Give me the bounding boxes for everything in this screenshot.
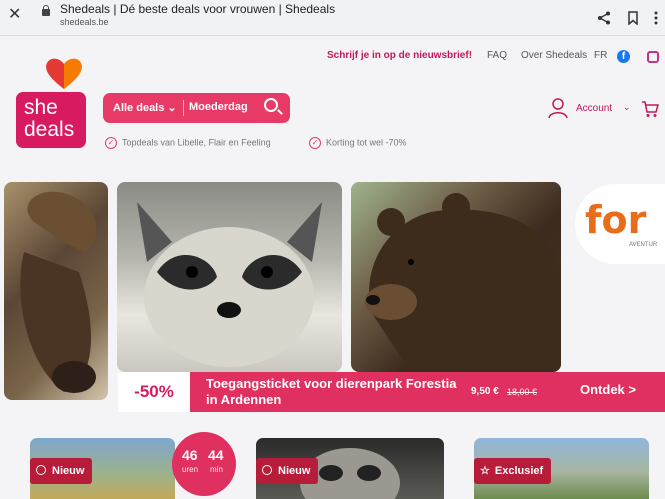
more-icon[interactable]: [653, 11, 659, 25]
account-link[interactable]: Account: [576, 103, 612, 114]
search-divider: [183, 100, 184, 116]
new-badge: Nieuw: [256, 458, 319, 484]
browser-bar: ✕ Shedeals | Dé beste deals voor vrouwen…: [0, 0, 665, 36]
search-input[interactable]: Moederdag: [189, 101, 248, 113]
brand-text: for: [585, 198, 647, 242]
discover-button[interactable]: Ontdek >: [580, 382, 636, 397]
deal-banner[interactable]: Toegangsticket voor dierenpark Forestia …: [190, 372, 665, 412]
forestia-logo: for AVENTUR: [575, 184, 665, 264]
chevron-down-icon: ⌄: [167, 102, 177, 114]
timer-minutes: 44: [208, 447, 224, 463]
exclusive-badge: ☆ Exclusief: [474, 458, 552, 484]
screen: ✕ Shedeals | Dé beste deals voor vrouwen…: [0, 0, 665, 499]
bear-image: [351, 182, 561, 372]
badge-label: Nieuw: [52, 465, 85, 477]
language-switch[interactable]: FR: [594, 50, 607, 61]
facebook-icon[interactable]: f: [617, 50, 630, 63]
instagram-icon[interactable]: [647, 51, 659, 63]
category-dropdown[interactable]: Alle deals ⌄: [113, 101, 177, 114]
raccoon-image: [117, 182, 342, 372]
newsletter-link[interactable]: Schrijf je in op de nieuwsbrief!: [327, 50, 472, 61]
check-icon: ✓: [105, 137, 117, 149]
countdown-timer: 46 44 uren min: [172, 432, 236, 496]
cart-icon[interactable]: [641, 100, 659, 118]
badge-label: Nieuw: [278, 465, 311, 477]
discount-badge: -50%: [118, 372, 190, 412]
usp-text: Topdeals van Libelle, Flair en Feeling: [122, 137, 271, 148]
user-icon[interactable]: [548, 97, 568, 119]
url-text[interactable]: shedeals.be: [60, 17, 109, 27]
logo-heart-icon: [46, 58, 82, 89]
usp-text: Korting tot wel -70%: [326, 137, 407, 148]
deal-price: 9,50 €: [471, 386, 499, 397]
category-dropdown-label: Alle deals: [113, 102, 165, 114]
deal-old-price: 18,00 €: [507, 387, 538, 397]
timer-minutes-unit: min: [210, 465, 223, 474]
tab-title: Shedeals | Dé beste deals voor vrouwen |…: [60, 2, 336, 16]
logo[interactable]: she deals: [16, 92, 86, 148]
search-icon[interactable]: [264, 98, 278, 112]
bookmark-icon[interactable]: [627, 11, 639, 25]
moose-image: [4, 182, 108, 400]
hero-deal[interactable]: for AVENTUR -50% Toegangsticket voor die…: [0, 176, 665, 420]
usp-item: ✓ Topdeals van Libelle, Flair en Feeling: [105, 137, 271, 149]
share-icon[interactable]: [597, 11, 611, 25]
brand-subtext: AVENTUR: [629, 242, 658, 248]
timer-hours: 46: [182, 447, 198, 463]
deal-title: Toegangsticket voor dierenpark Forestia: [206, 376, 457, 391]
clock-icon: [262, 465, 272, 475]
chevron-down-icon[interactable]: ⌄: [623, 102, 631, 113]
logo-line2: deals: [24, 118, 75, 141]
about-link[interactable]: Over Shedeals: [521, 50, 587, 61]
logo-line1: she: [24, 96, 58, 119]
search-bar[interactable]: Alle deals ⌄ Moederdag: [103, 93, 290, 123]
faq-link[interactable]: FAQ: [487, 50, 507, 61]
clock-icon: [36, 465, 46, 475]
usp-item: ✓ Korting tot wel -70%: [309, 137, 407, 149]
close-icon[interactable]: ✕: [8, 4, 21, 24]
top-links: Schrijf je in op de nieuwsbrief! FAQ Ove…: [0, 50, 665, 64]
badge-label: Exclusief: [494, 465, 544, 477]
deal-title-cont: in Ardennen: [206, 392, 282, 407]
lock-icon: [42, 5, 50, 16]
check-icon: ✓: [309, 137, 321, 149]
star-icon: ☆: [480, 465, 490, 477]
new-badge: Nieuw: [30, 458, 93, 484]
timer-hours-unit: uren: [182, 465, 199, 474]
